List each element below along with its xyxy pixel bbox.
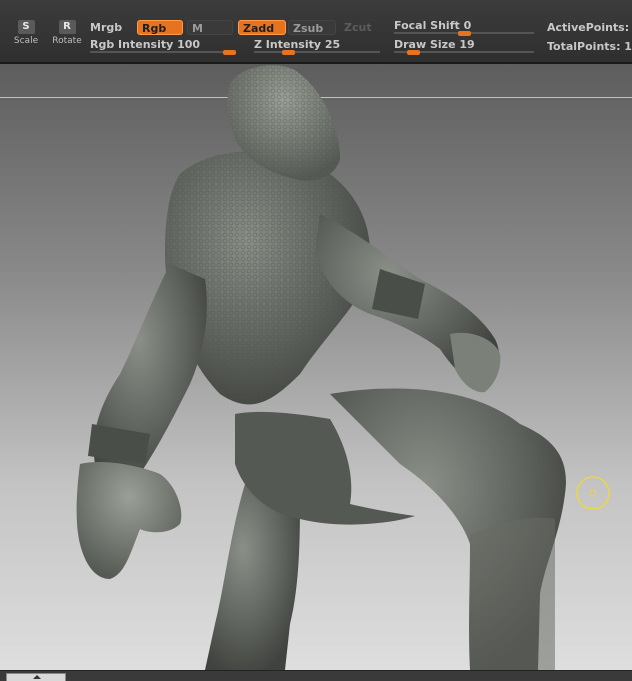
right-shin (470, 517, 555, 670)
rgb-intensity-track (90, 51, 236, 53)
zsub-button[interactable]: Zsub (288, 20, 336, 35)
z-intensity-slider[interactable]: Z Intensity 25 (254, 38, 380, 55)
rotate-tool[interactable]: R Rotate (52, 20, 82, 46)
bottom-shelf (0, 670, 632, 681)
z-intensity-value: 25 (324, 38, 341, 51)
zcut-button[interactable]: Zcut (340, 20, 380, 35)
rotate-icon: R (58, 20, 76, 34)
rgb-intensity-knob[interactable] (223, 50, 236, 55)
rotate-label: Rotate (52, 36, 82, 46)
total-points-readout: TotalPoints: 1. (547, 40, 632, 53)
rgb-intensity-slider[interactable]: Rgb Intensity 100 (90, 38, 236, 55)
scale-label: Scale (13, 36, 39, 46)
z-intensity-track (254, 51, 380, 53)
draw-size-slider[interactable]: Draw Size 19 (394, 38, 534, 55)
active-points-readout: ActivePoints: 4 (547, 21, 632, 34)
left-hand (76, 462, 182, 579)
draw-size-value: 19 (459, 38, 475, 51)
focal-shift-slider[interactable]: Focal Shift 0 (394, 19, 534, 36)
zadd-button[interactable]: Zadd (238, 20, 286, 35)
brush-cursor-icon (576, 476, 610, 510)
focal-shift-knob[interactable] (458, 31, 471, 36)
shelf-toggle-button[interactable] (6, 673, 66, 681)
zbrush-window: S Scale R Rotate Mrgb Rgb M Zadd Zsub Zc… (0, 0, 632, 681)
rgb-intensity-label: Rgb Intensity (90, 38, 174, 51)
z-intensity-knob[interactable] (282, 50, 295, 55)
mrgb-button[interactable]: Mrgb (90, 21, 122, 34)
m-button[interactable]: M (187, 20, 233, 35)
scale-icon: S (17, 20, 35, 34)
top-toolbar: S Scale R Rotate Mrgb Rgb M Zadd Zsub Zc… (0, 0, 632, 64)
rgb-button[interactable]: Rgb (137, 20, 183, 35)
rgb-intensity-value: 100 (177, 38, 201, 51)
draw-size-knob[interactable] (407, 50, 420, 55)
arrow-up-icon (33, 675, 41, 679)
sculpted-creature-model[interactable] (0, 64, 632, 670)
focal-shift-label: Focal Shift (394, 19, 460, 32)
scale-tool[interactable]: S Scale (11, 20, 41, 46)
draw-size-label: Draw Size (394, 38, 456, 51)
document-canvas[interactable] (0, 64, 632, 670)
